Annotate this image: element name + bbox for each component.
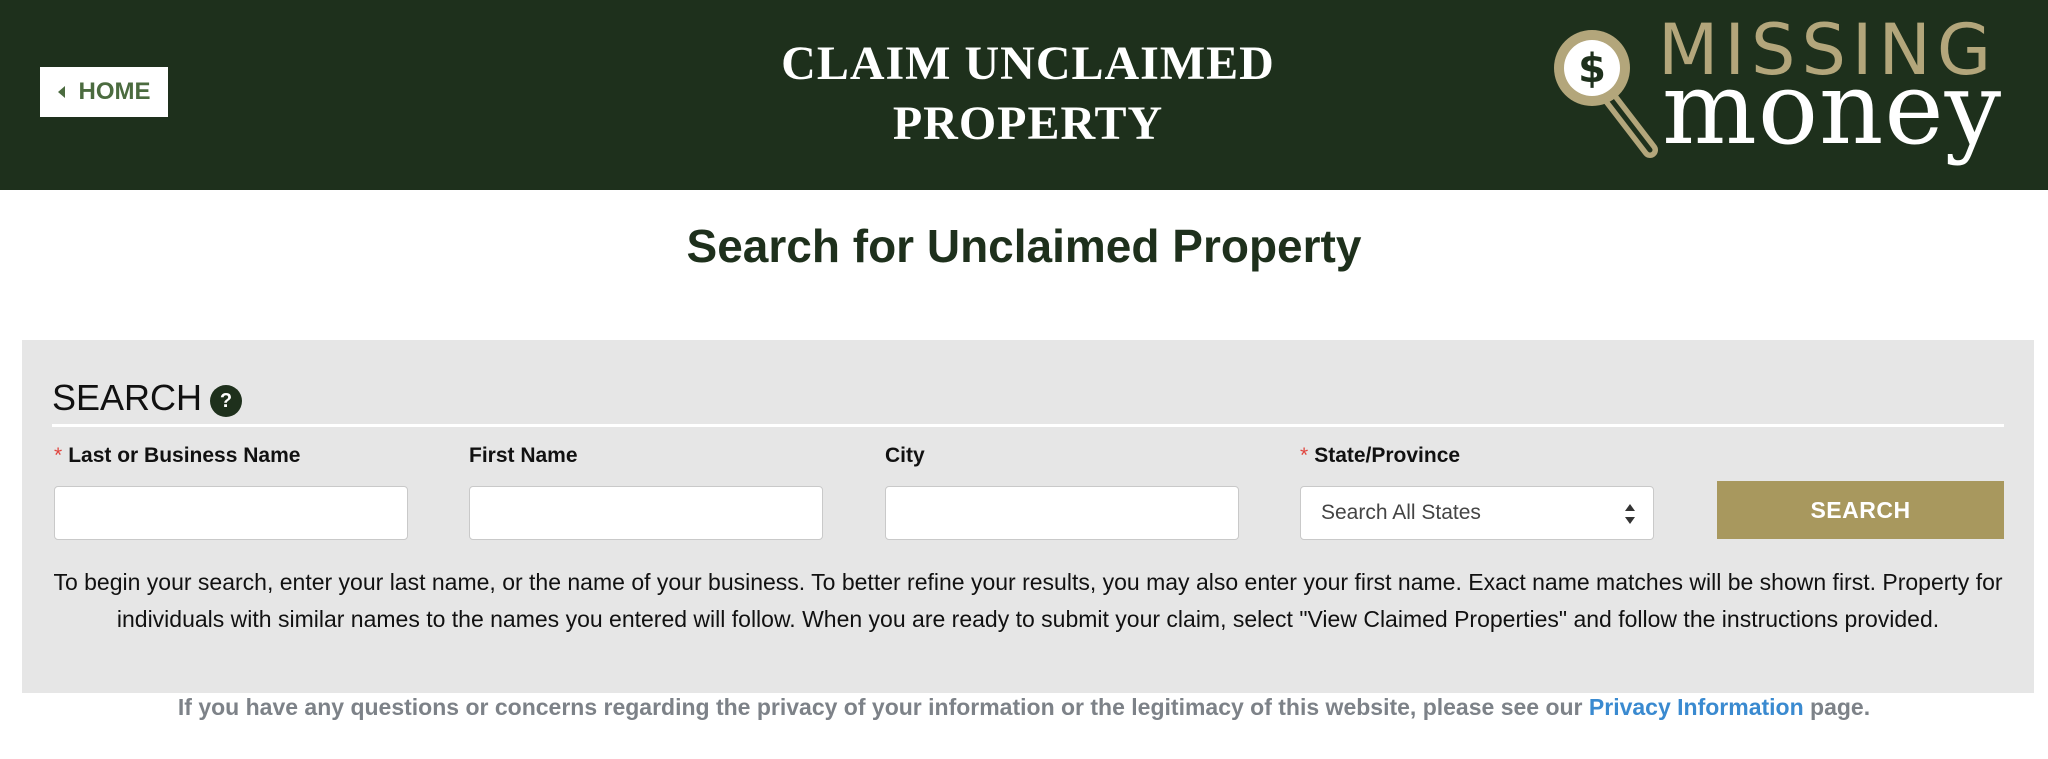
privacy-text-after: page. — [1803, 694, 1871, 720]
instructions-line1: To begin your search, enter your last na… — [53, 569, 2003, 595]
select-arrows-icon — [1625, 504, 1635, 524]
state-label: * State/Province — [1300, 444, 1460, 468]
missing-money-logo[interactable]: $ MISSING money — [1540, 10, 2020, 182]
last-name-label-text: Last or Business Name — [68, 444, 301, 467]
instructions-line2: individuals with similar names to the na… — [116, 606, 1940, 632]
top-banner: HOME CLAIM UNCLAIMED PROPERTY $ MISSING … — [0, 0, 2048, 190]
banner-title-line2: PROPERTY — [892, 97, 1164, 150]
state-label-text: State/Province — [1314, 444, 1461, 467]
city-label: City — [885, 444, 925, 467]
search-panel: SEARCH ? * Last or Business Name First Na… — [22, 340, 2034, 693]
caret-left-icon — [57, 86, 65, 98]
svg-text:$: $ — [1578, 46, 1606, 92]
help-icon[interactable]: ? — [210, 385, 243, 417]
required-marker: * — [1300, 444, 1309, 467]
search-instructions: To begin your search, enter your last na… — [22, 564, 2034, 638]
privacy-information-link[interactable]: Privacy Information — [1589, 694, 1804, 720]
last-name-input[interactable] — [54, 486, 408, 540]
home-label: HOME — [78, 78, 151, 105]
search-section-title: SEARCH ? — [52, 376, 243, 420]
city-input[interactable] — [885, 486, 1239, 540]
first-name-label: First Name — [469, 444, 578, 467]
state-select-value: Search All States — [1321, 501, 1481, 524]
home-button[interactable]: HOME — [40, 67, 168, 117]
page-title: Search for Unclaimed Property — [686, 220, 1362, 272]
magnifier-dollar-icon: $ — [1554, 30, 1658, 158]
required-marker: * — [54, 444, 63, 467]
section-divider — [52, 424, 2004, 427]
privacy-notice: If you have any questions or concerns re… — [0, 690, 2048, 724]
search-button[interactable]: SEARCH — [1717, 481, 2004, 539]
search-title-text: SEARCH — [52, 377, 203, 418]
state-select[interactable]: Search All States — [1300, 486, 1654, 540]
last-name-label: * Last or Business Name — [54, 444, 300, 468]
banner-title: CLAIM UNCLAIMED PROPERTY — [700, 34, 1356, 154]
first-name-input[interactable] — [469, 486, 823, 540]
banner-title-line1: CLAIM UNCLAIMED — [781, 37, 1275, 90]
privacy-text-before: If you have any questions or concerns re… — [177, 694, 1589, 720]
logo-word-money: money — [1662, 50, 2003, 167]
